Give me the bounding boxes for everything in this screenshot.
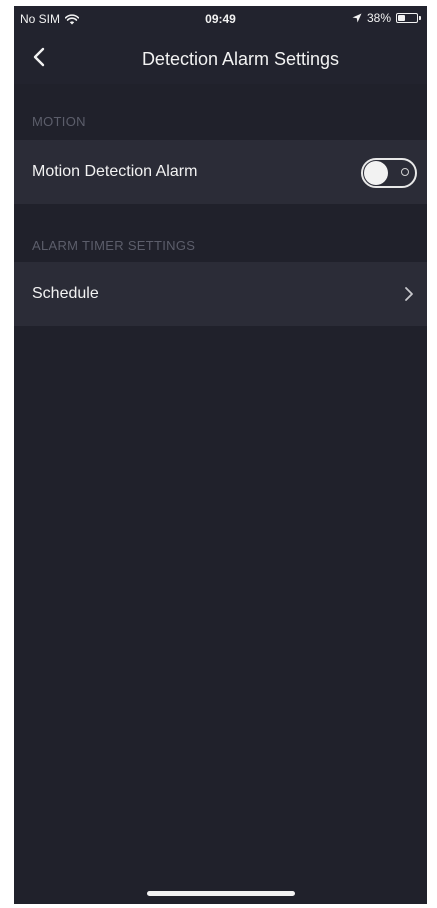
battery-fill — [398, 15, 405, 21]
section-header-motion: MOTION — [32, 114, 86, 129]
toggle-knob — [364, 161, 388, 185]
schedule-label: Schedule — [32, 285, 99, 302]
schedule-row[interactable]: Schedule — [14, 262, 427, 326]
navigation-bar: Detection Alarm Settings — [14, 32, 427, 84]
status-bar: No SIM 09:49 38% — [14, 6, 427, 32]
motion-detection-alarm-toggle[interactable] — [361, 158, 417, 188]
toggle-off-indicator-icon — [401, 168, 409, 176]
motion-detection-alarm-label: Motion Detection Alarm — [32, 163, 198, 180]
location-arrow-icon — [352, 13, 362, 23]
phone-screen: No SIM 09:49 38% Detection Alarm Setting… — [14, 6, 427, 904]
battery-tip — [419, 16, 421, 20]
battery-icon — [396, 13, 418, 23]
settings-content: MOTION Motion Detection Alarm ALARM TIME… — [14, 84, 427, 904]
chevron-right-icon — [405, 287, 413, 301]
home-indicator[interactable] — [146, 891, 295, 896]
motion-detection-alarm-row[interactable]: Motion Detection Alarm — [14, 140, 427, 204]
chevron-left-icon — [33, 47, 45, 67]
page-title: Detection Alarm Settings — [141, 49, 340, 69]
status-right: 38% — [352, 11, 421, 25]
back-button[interactable] — [24, 42, 54, 72]
section-header-alarm-timer: ALARM TIMER SETTINGS — [32, 238, 196, 253]
battery-percent: 38% — [366, 11, 391, 25]
